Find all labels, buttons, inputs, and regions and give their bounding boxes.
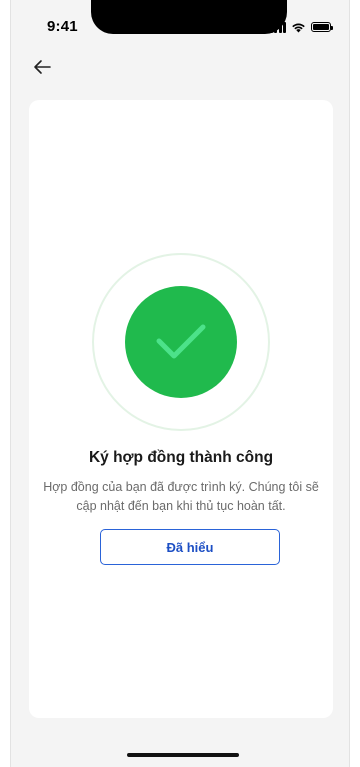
device-notch (91, 0, 287, 34)
arrow-left-icon (34, 60, 51, 74)
battery-icon (311, 22, 333, 32)
status-bar: 9:41 (11, 0, 349, 50)
result-title: Ký hợp đồng thành công (88, 449, 274, 466)
understood-button[interactable]: Đã hiểu (100, 529, 280, 565)
success-circle (125, 286, 237, 398)
result-card: Ký hợp đồng thành công Hợp đồng của bạn … (29, 100, 333, 718)
success-indicator (92, 253, 270, 431)
home-indicator (127, 753, 239, 757)
status-time: 9:41 (47, 18, 78, 35)
wifi-icon (291, 22, 306, 33)
result-description: Hợp đồng của bạn đã được trình ký. Chúng… (43, 480, 319, 513)
status-icons (269, 21, 333, 33)
signal-icon (269, 21, 286, 33)
phone-screen: 9:41 Ký hợp đồng thành công Hợp đồng của… (10, 0, 350, 767)
back-button[interactable] (29, 54, 55, 80)
checkmark-icon (156, 324, 206, 359)
